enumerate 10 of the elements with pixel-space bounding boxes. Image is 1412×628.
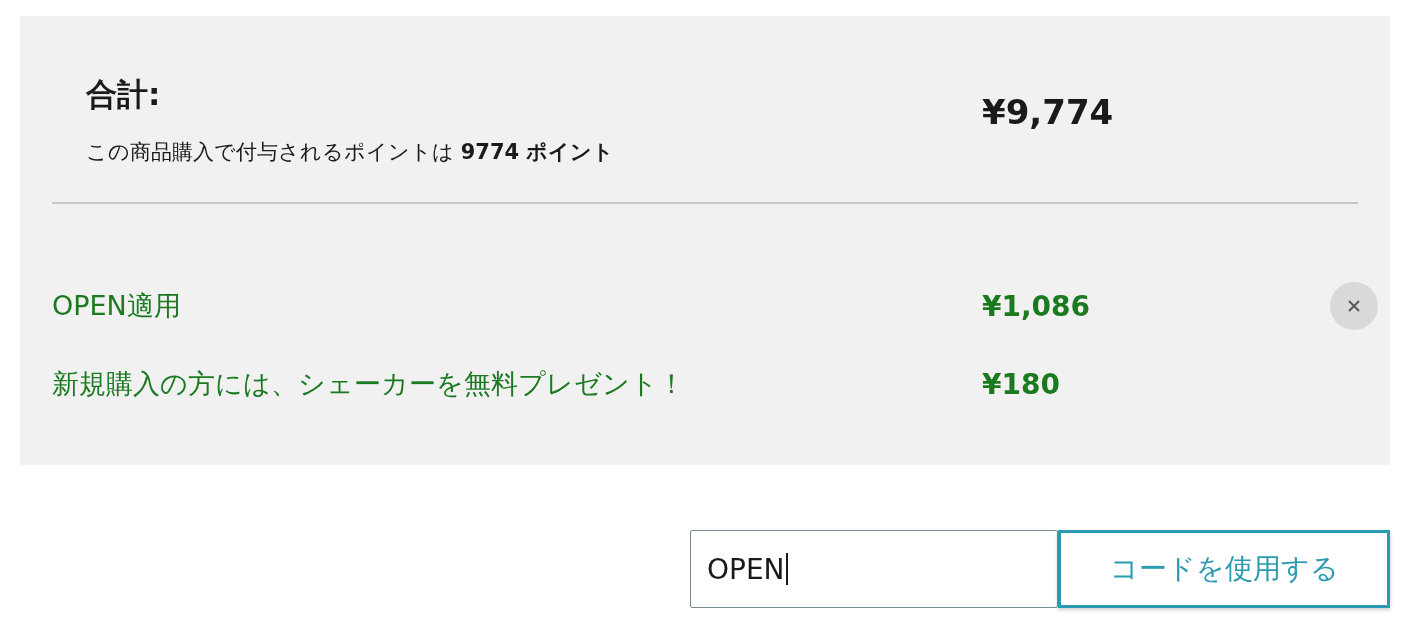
total-amount: ¥9,774 bbox=[982, 92, 1115, 132]
close-icon bbox=[1347, 299, 1361, 313]
coupon-input[interactable]: OPEN bbox=[690, 530, 1058, 608]
discount-amount: ¥1,086 bbox=[982, 289, 1092, 323]
total-title: 合計: bbox=[86, 75, 161, 114]
discount-amount: ¥180 bbox=[982, 367, 1061, 401]
discount-label: OPEN適用 bbox=[52, 289, 182, 323]
discount-label: 新規購入の方には、シェーカーを無料プレゼント！ bbox=[52, 367, 686, 401]
remove-button[interactable] bbox=[1330, 282, 1378, 330]
points-note: この商品購入で付与されるポイントは 9774 ポイント bbox=[86, 139, 615, 166]
